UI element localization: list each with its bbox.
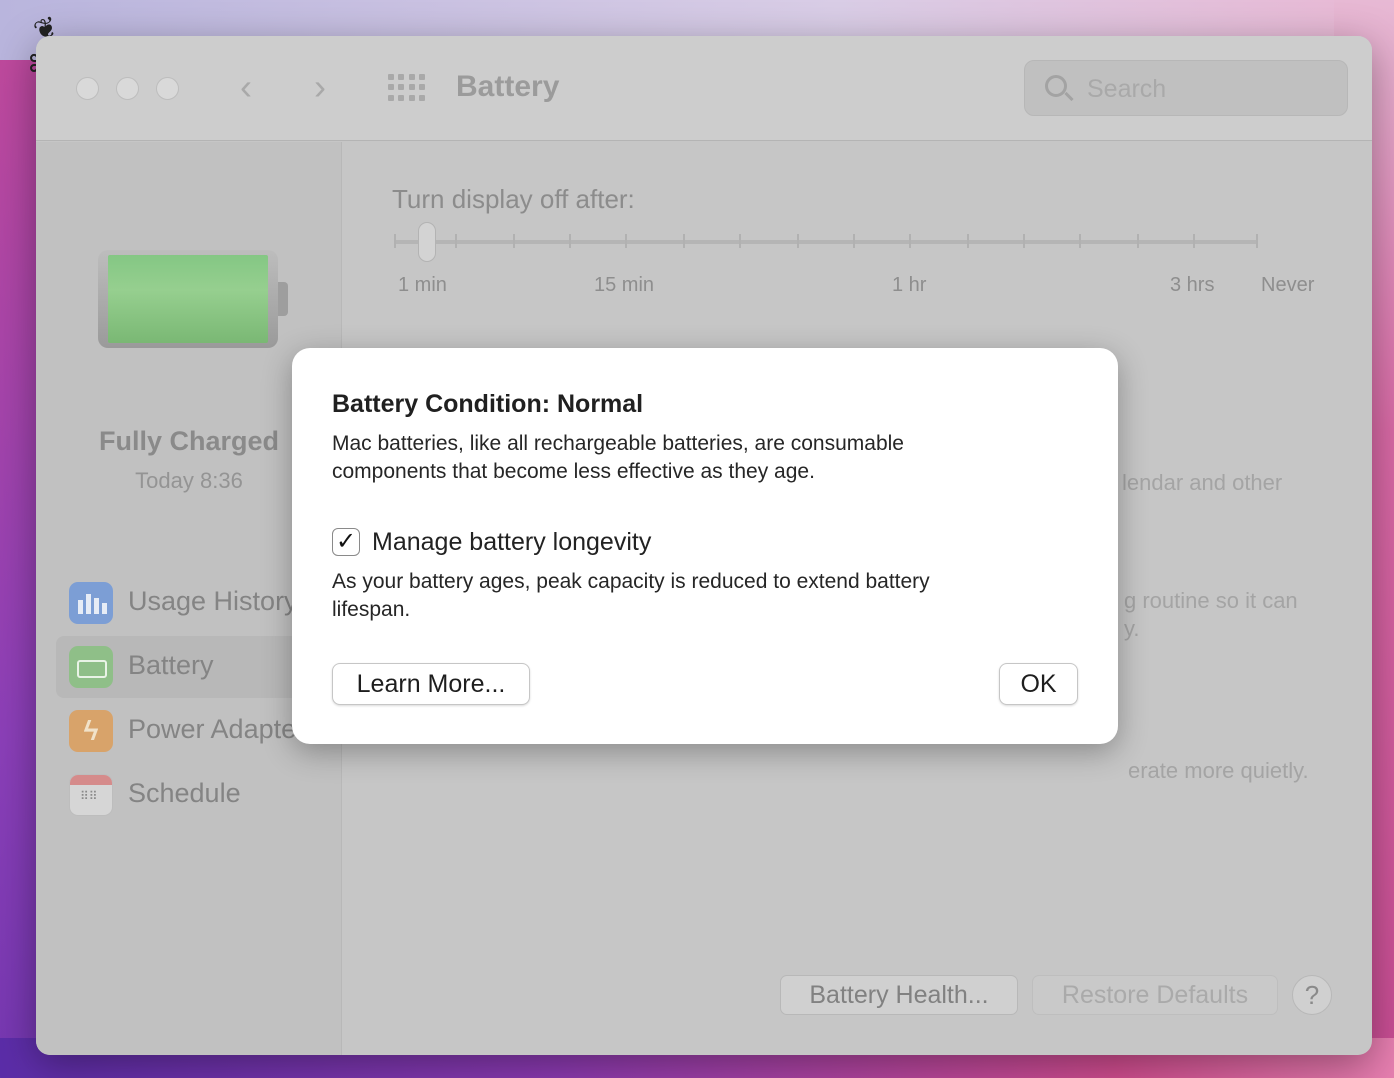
- battery-level-icon: [98, 250, 288, 350]
- ok-button[interactable]: OK: [999, 663, 1078, 705]
- restore-defaults-button[interactable]: Restore Defaults: [1032, 975, 1278, 1015]
- option-description: y.: [1124, 616, 1140, 641]
- option-description: erate more quietly.: [1128, 758, 1309, 783]
- slider-tick: [394, 234, 396, 248]
- slider-tick: [513, 234, 515, 248]
- back-arrow-icon[interactable]: ‹: [240, 66, 252, 108]
- slider-tick: [1023, 234, 1025, 248]
- slider-tick: [455, 234, 457, 248]
- window-title: Battery: [456, 70, 560, 103]
- manage-longevity-checkbox[interactable]: ✓: [332, 528, 360, 556]
- schedule-icon: [69, 774, 113, 816]
- slider-tick: [1137, 234, 1139, 248]
- slider-tick: [1079, 234, 1081, 248]
- slider-tick-label: 15 min: [594, 274, 655, 296]
- sidebar-item-schedule[interactable]: Schedule: [56, 764, 342, 826]
- help-button[interactable]: ?: [1292, 975, 1332, 1015]
- option-description: g routine so it can: [1124, 588, 1298, 613]
- zoom-button[interactable]: [156, 77, 179, 100]
- display-off-slider[interactable]: [394, 240, 1258, 244]
- slider-tick-label: 3 hrs: [1170, 274, 1215, 296]
- close-button[interactable]: [76, 77, 99, 100]
- search-field[interactable]: [1024, 60, 1348, 116]
- battery-condition-dialog: Battery Condition: Normal Mac batteries,…: [292, 348, 1118, 744]
- battery-icon: [69, 646, 113, 688]
- dialog-title: Battery Condition: Normal: [332, 390, 644, 418]
- slider-tick: [797, 234, 799, 248]
- slider-tick-label: Never: [1261, 274, 1315, 296]
- dialog-message: Mac batteries, like all rechargeable bat…: [332, 432, 904, 483]
- search-icon: [1045, 75, 1067, 97]
- usage-history-icon: [69, 582, 113, 624]
- sidebar-item-label: Schedule: [128, 778, 241, 808]
- slider-tick: [909, 234, 911, 248]
- slider-tick: [739, 234, 741, 248]
- sidebar-item-label: Power Adapter: [128, 714, 306, 744]
- slider-tick: [569, 234, 571, 248]
- slider-tick-label: 1 min: [398, 274, 447, 296]
- slider-tick: [1256, 234, 1258, 248]
- forward-arrow-icon[interactable]: ›: [314, 66, 326, 108]
- manage-longevity-label[interactable]: Manage battery longevity: [372, 528, 651, 557]
- slider-tick: [683, 234, 685, 248]
- battery-health-button[interactable]: Battery Health...: [780, 975, 1018, 1015]
- sidebar-item-label: Usage History: [128, 586, 298, 616]
- slider-tick-label: 1 hr: [892, 274, 927, 296]
- minimize-button[interactable]: [116, 77, 139, 100]
- titlebar: ‹ › Battery: [36, 36, 1372, 141]
- learn-more-button[interactable]: Learn More...: [332, 663, 530, 705]
- option-description: lendar and other: [1122, 470, 1283, 495]
- slider-tick: [853, 234, 855, 248]
- power-adapter-icon: ϟ: [69, 710, 113, 752]
- display-off-slider-label: Turn display off after:: [392, 184, 635, 214]
- slider-thumb[interactable]: [418, 222, 436, 262]
- sidebar-item-label: Battery: [128, 650, 214, 680]
- slider-tick: [967, 234, 969, 248]
- dialog-subtext: As your battery ages, peak capacity is r…: [332, 570, 930, 621]
- search-input[interactable]: [1087, 73, 1327, 105]
- slider-tick: [625, 234, 627, 248]
- show-all-grid-icon[interactable]: [388, 74, 426, 102]
- slider-tick: [1193, 234, 1195, 248]
